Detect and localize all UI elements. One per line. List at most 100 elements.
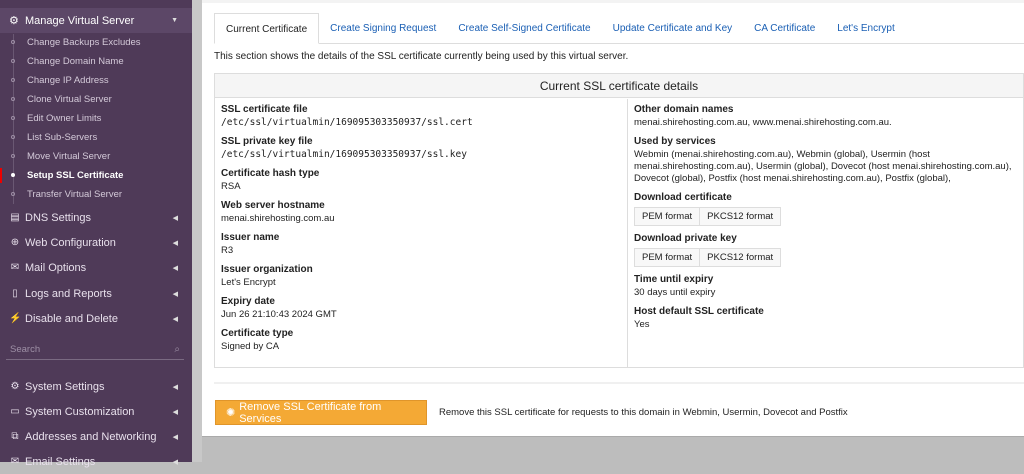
- table-title: Current SSL certificate details: [215, 74, 1023, 98]
- field-value: /etc/ssl/virtualmin/169095303350937/ssl.…: [221, 149, 467, 160]
- expiry-value: 30 days until expiry: [634, 287, 716, 298]
- sidebar-item[interactable]: ▯ Logs and Reports ◀: [0, 281, 192, 306]
- download-key-label: Download private key: [634, 233, 737, 244]
- download-key-pem-button[interactable]: PEM format: [634, 248, 701, 267]
- sidebar-item[interactable]: ▤ DNS Settings ◀: [0, 205, 192, 230]
- sidebar-item[interactable]: ⚙ System Settings ◀: [0, 374, 192, 399]
- used-by-value: Webmin (menai.shirehosting.com.au), Webm…: [634, 149, 1012, 184]
- field-value: RSA: [221, 181, 241, 192]
- right-column: Other domain names menai.shirehosting.com…: [628, 99, 1023, 341]
- top-bar: [202, 0, 1024, 3]
- bullet-icon: [11, 135, 15, 139]
- caret-left-icon: ◀: [172, 264, 178, 272]
- detail-field: Issuer organization Let's Encrypt: [221, 263, 621, 289]
- search-icon: ⌕: [174, 344, 180, 355]
- sidebar-subitem[interactable]: List Sub-Servers: [0, 128, 192, 147]
- download-cert-pem-button[interactable]: PEM format: [634, 207, 701, 226]
- tab[interactable]: Let's Encrypt: [826, 13, 906, 44]
- download-cert-pkcs12-button[interactable]: PKCS12 format: [700, 207, 782, 226]
- bullet-icon: [11, 173, 15, 177]
- globe-icon: ⊕: [10, 237, 20, 248]
- section-description: This section shows the details of the SS…: [214, 51, 629, 62]
- sidebar-item[interactable]: ✉ Mail Options ◀: [0, 255, 192, 280]
- server-icon: ▤: [10, 212, 20, 223]
- field-value: Signed by CA: [221, 341, 280, 352]
- used-by-label: Used by services: [634, 136, 716, 147]
- remove-ssl-button[interactable]: ✺ Remove SSL Certificate from Services: [215, 400, 427, 425]
- field-label: Certificate hash type: [221, 168, 320, 179]
- bullet-icon: [11, 78, 15, 82]
- sidebar-item[interactable]: ▭ System Customization ◀: [0, 399, 192, 424]
- sidebar-section-manage-virtual-server[interactable]: ⚙ Manage Virtual Server ▼: [0, 8, 192, 33]
- remove-description: Remove this SSL certificate for requests…: [439, 407, 848, 418]
- tab-bar: Current Certificate Create Signing Reques…: [214, 13, 1024, 44]
- gear-icon: ⚙: [10, 381, 20, 392]
- caret-left-icon: ◀: [172, 408, 178, 416]
- gear-icon: ✺: [226, 407, 236, 419]
- divider: [214, 382, 1024, 384]
- sidebar-subitem[interactable]: Change Backups Excludes: [0, 33, 192, 52]
- sidebar-item[interactable]: ⚡ Disable and Delete ◀: [0, 306, 192, 331]
- scroll-gutter: [192, 0, 202, 462]
- caret-down-icon: ▼: [171, 17, 178, 24]
- field-label: Issuer organization: [221, 264, 313, 275]
- certificate-details-table: Current SSL certificate details SSL cert…: [214, 73, 1024, 368]
- bullet-icon: [11, 192, 15, 196]
- sidebar-subitem[interactable]: Change Domain Name: [0, 52, 192, 71]
- field-value: /etc/ssl/virtualmin/169095303350937/ssl.…: [221, 117, 473, 128]
- field-label: Issuer name: [221, 232, 280, 243]
- main-panel: Current Certificate Create Signing Reques…: [202, 0, 1024, 437]
- other-domains-value: menai.shirehosting.com.au, www.menai.shi…: [634, 117, 892, 128]
- field-label: Web server hostname: [221, 200, 325, 211]
- search-input[interactable]: Search ⌕: [6, 340, 184, 360]
- left-column: SSL certificate file/etc/ssl/virtualmin/…: [215, 99, 628, 368]
- field-label: SSL private key file: [221, 136, 313, 147]
- caret-left-icon: ◀: [172, 239, 178, 247]
- field-value: R3: [221, 245, 234, 256]
- cogs-icon: ⚙: [9, 15, 19, 27]
- field-label: Certificate type: [221, 328, 294, 339]
- caret-left-icon: ◀: [172, 290, 178, 298]
- detail-field: Expiry date Jun 26 21:10:43 2024 GMT: [221, 295, 621, 321]
- bullet-icon: [11, 154, 15, 158]
- sidebar: ⚙ Manage Virtual Server ▼ Change Backups E…: [0, 0, 192, 468]
- network-icon: ⧉: [11, 431, 19, 442]
- detail-field: Web server hostname menai.shirehosting.co…: [221, 199, 621, 225]
- sidebar-subitem[interactable]: Setup SSL Certificate: [0, 166, 192, 185]
- sidebar-item[interactable]: ⊕ Web Configuration ◀: [0, 230, 192, 255]
- tab[interactable]: Update Certificate and Key: [602, 13, 744, 44]
- plug-icon: ⚡: [9, 313, 22, 324]
- sidebar-item[interactable]: ⧉ Addresses and Networking ◀: [0, 424, 192, 449]
- field-label: SSL certificate file: [221, 104, 308, 115]
- envelope-open-icon: ✉: [10, 262, 20, 273]
- field-value: Let's Encrypt: [221, 277, 276, 288]
- file-icon: ▯: [12, 288, 18, 299]
- tab[interactable]: Current Certificate: [214, 13, 320, 44]
- bullet-icon: [11, 97, 15, 101]
- field-label: Expiry date: [221, 296, 275, 307]
- tab[interactable]: Create Self-Signed Certificate: [447, 13, 601, 44]
- bullet-icon: [11, 40, 15, 44]
- caret-left-icon: ◀: [172, 214, 178, 222]
- sidebar-subitem[interactable]: Transfer Virtual Server: [0, 185, 192, 204]
- active-marker: [0, 168, 2, 183]
- tab[interactable]: CA Certificate: [743, 13, 826, 44]
- caret-left-icon: ◀: [172, 315, 178, 323]
- download-cert-label: Download certificate: [634, 192, 732, 203]
- sidebar-subitem[interactable]: Move Virtual Server: [0, 147, 192, 166]
- sidebar-subitem[interactable]: Clone Virtual Server: [0, 90, 192, 109]
- field-value: menai.shirehosting.com.au: [221, 213, 335, 224]
- field-value: Jun 26 21:10:43 2024 GMT: [221, 309, 337, 320]
- sidebar-subitem[interactable]: Edit Owner Limits: [0, 109, 192, 128]
- detail-field: Certificate type Signed by CA: [221, 327, 621, 353]
- expiry-label: Time until expiry: [634, 274, 714, 285]
- detail-field: Issuer name R3: [221, 231, 621, 257]
- detail-field: SSL private key file/etc/ssl/virtualmin/…: [221, 135, 621, 161]
- bullet-icon: [11, 59, 15, 63]
- tab[interactable]: Create Signing Request: [319, 13, 447, 44]
- download-key-pkcs12-button[interactable]: PKCS12 format: [700, 248, 782, 267]
- sidebar-subitem[interactable]: Change IP Address: [0, 71, 192, 90]
- detail-field: Certificate hash type RSA: [221, 167, 621, 193]
- detail-field: SSL certificate file/etc/ssl/virtualmin/…: [221, 103, 621, 129]
- bullet-icon: [11, 116, 15, 120]
